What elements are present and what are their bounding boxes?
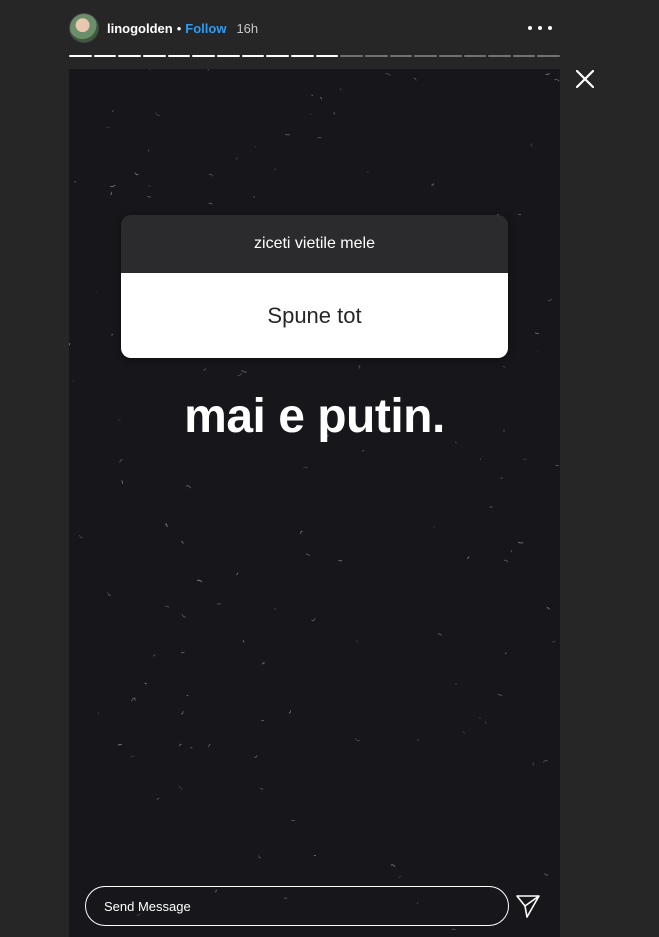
username[interactable]: linogolden [107,21,173,36]
separator-dot: • [176,20,182,36]
progress-segment [69,55,92,57]
story-viewer: linogolden • Follow 16h ziceti vietile m… [0,0,659,937]
close-icon[interactable] [574,68,596,90]
progress-segment [118,55,141,57]
more-options-icon[interactable] [528,18,552,38]
progress-segment [192,55,215,57]
question-sticker[interactable]: ziceti vietile mele Spune tot [121,215,508,358]
progress-segment [216,55,240,57]
progress-segment [241,55,265,57]
avatar[interactable] [69,13,99,43]
send-icon[interactable] [515,893,541,919]
progress-segment [315,55,339,57]
progress-segment [512,55,536,57]
question-answer: Spune tot [121,273,508,358]
story-content[interactable]: ziceti vietile mele Spune tot mai e puti… [69,69,560,937]
follow-button[interactable]: Follow [185,21,226,36]
story-caption: mai e putin. [184,390,445,443]
progress-segment [290,55,314,57]
progress-segment [266,55,289,57]
story-header: linogolden • Follow 16h [69,12,560,44]
progress-segment [142,55,166,57]
progress-segment [389,55,413,57]
progress-segment [414,55,437,57]
progress-segment [438,55,462,57]
progress-segment [340,55,363,57]
progress-segment [93,55,117,57]
story-progress [69,55,561,58]
progress-segment [364,55,388,57]
progress-segment [488,55,511,57]
progress-segment [537,55,561,57]
progress-segment [463,55,487,57]
question-prompt: ziceti vietile mele [121,215,508,273]
progress-segment [167,55,191,57]
timestamp: 16h [236,20,259,36]
send-message-input[interactable] [85,886,509,926]
dust-texture [69,69,560,930]
